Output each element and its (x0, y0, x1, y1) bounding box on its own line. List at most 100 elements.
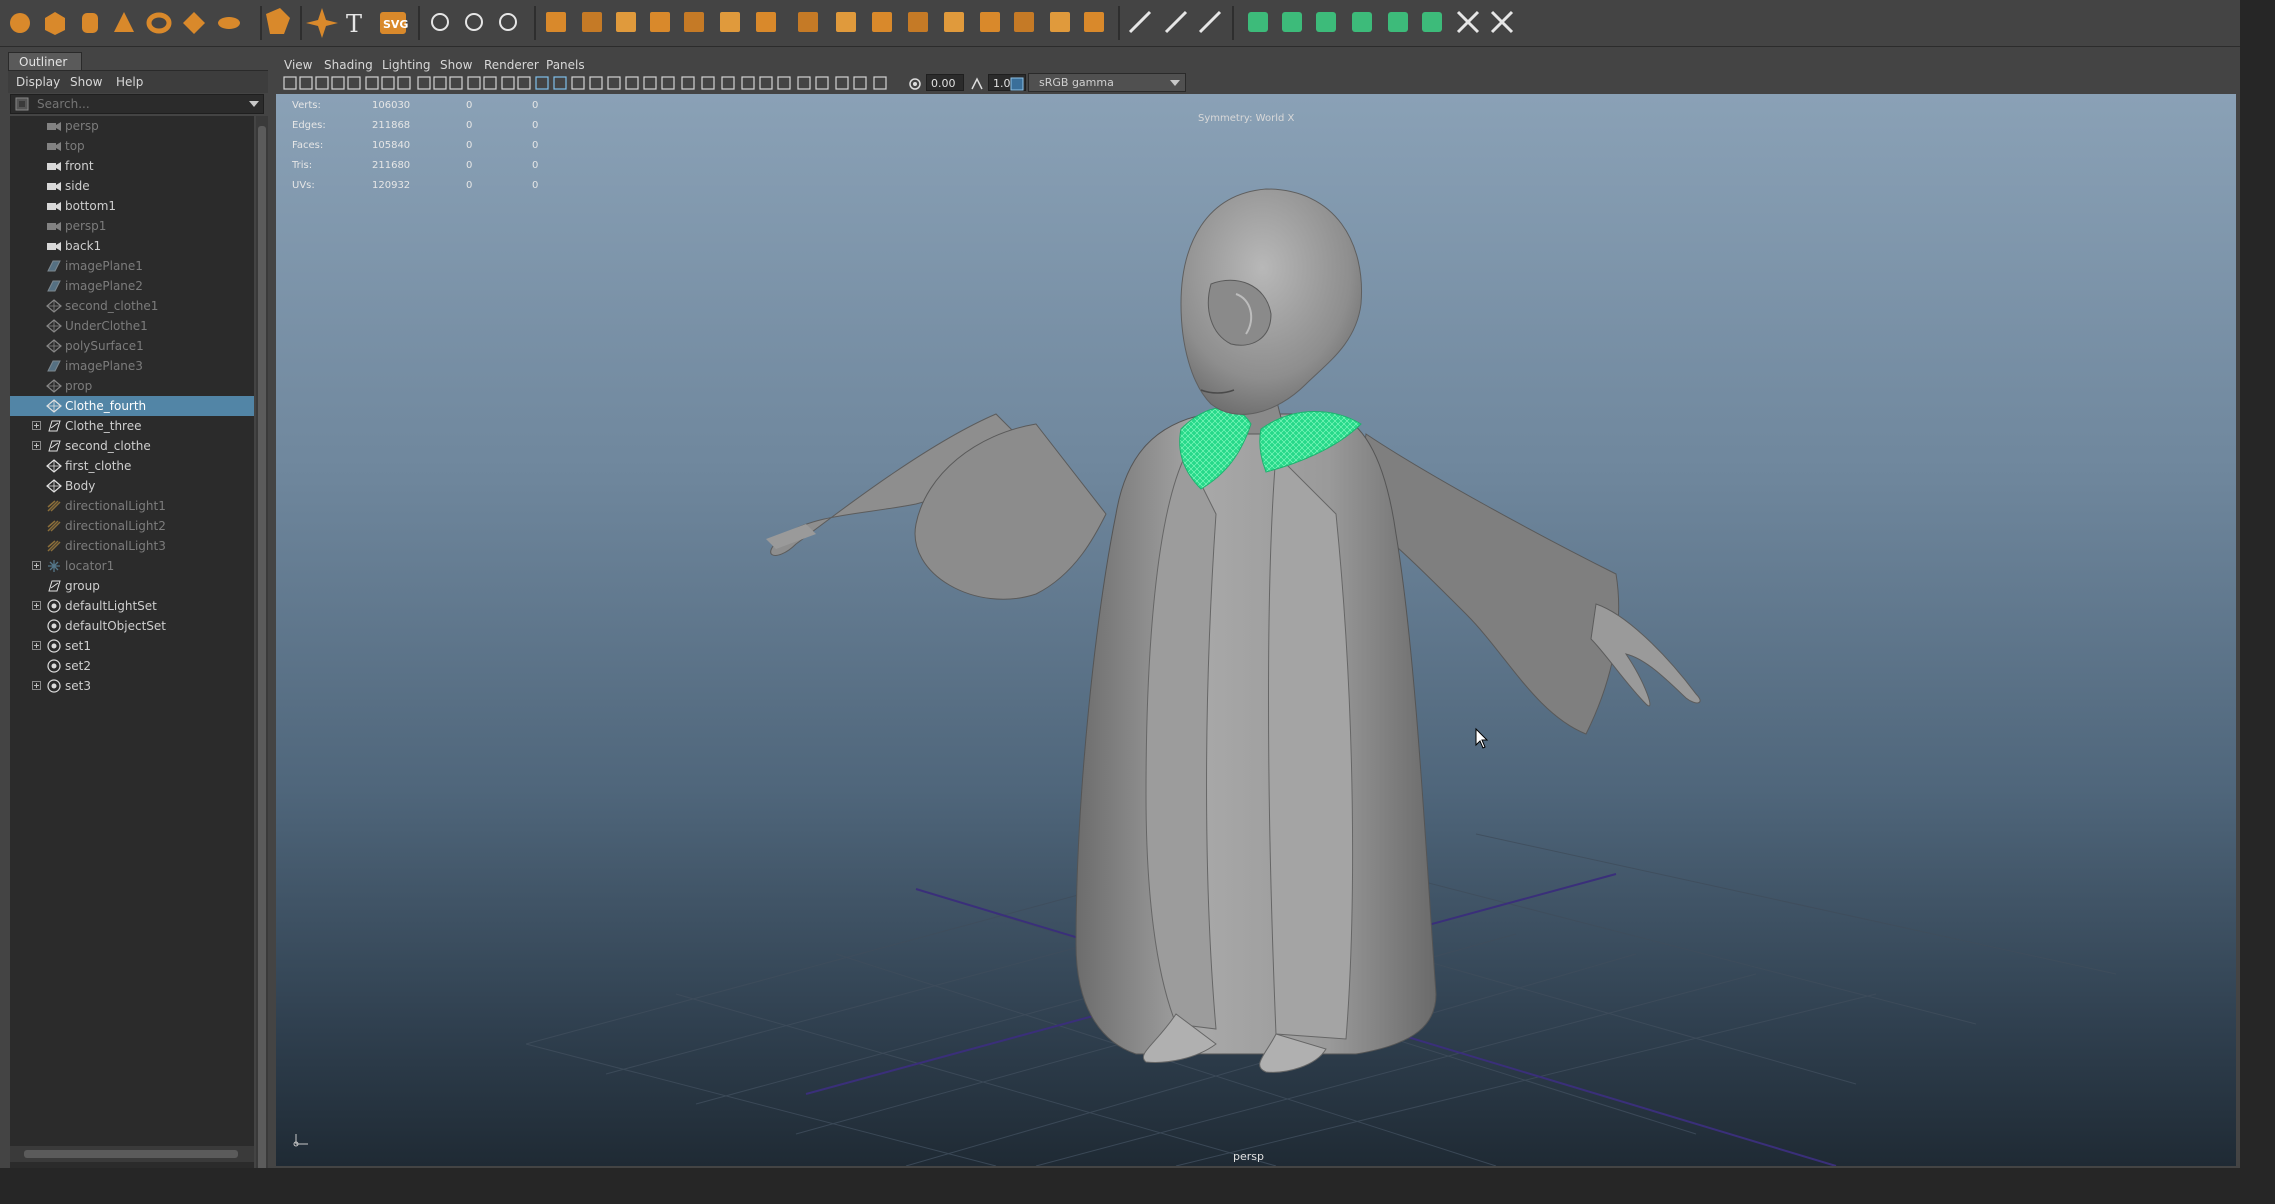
modeling-tool-icon[interactable] (650, 12, 670, 32)
torus-icon[interactable] (146, 12, 172, 34)
poly-platonic-icon[interactable] (266, 8, 290, 34)
outliner-item[interactable]: set2 (10, 656, 254, 676)
outliner-item[interactable]: first_clothe (10, 456, 254, 476)
uv-cut-icon[interactable] (1490, 10, 1514, 34)
vertical-scrollbar[interactable] (256, 116, 268, 1198)
color-management-icon[interactable] (1010, 76, 1024, 95)
outliner-item[interactable]: directionalLight3 (10, 536, 254, 556)
viewport-toolbar-icon[interactable] (299, 76, 313, 90)
outliner-item[interactable]: directionalLight1 (10, 496, 254, 516)
viewport-toolbar-icon[interactable] (501, 76, 515, 90)
modeling-tool-icon[interactable] (684, 12, 704, 32)
sphere-icon[interactable] (10, 13, 30, 33)
expand-icon[interactable] (32, 641, 41, 650)
outliner-item[interactable]: Body (10, 476, 254, 496)
viewport-toolbar-icon[interactable] (553, 76, 567, 90)
search-input[interactable] (37, 96, 237, 112)
modeling-tool-icon[interactable] (1014, 12, 1034, 32)
menu-show[interactable]: Show (70, 75, 102, 89)
horizontal-scroll-thumb[interactable] (24, 1150, 238, 1158)
modeling-tool-icon[interactable] (798, 12, 818, 32)
modeling-tool-icon[interactable] (546, 12, 566, 32)
viewport-toolbar-icon[interactable] (661, 76, 675, 90)
viewport-toolbar-icon[interactable] (873, 76, 887, 90)
scene-canvas[interactable] (276, 94, 2236, 1166)
outliner-item[interactable]: defaultObjectSet (10, 616, 254, 636)
viewport-toolbar-icon[interactable] (283, 76, 297, 90)
viewport-toolbar-icon[interactable] (417, 76, 431, 90)
viewport-toolbar-icon[interactable] (721, 76, 735, 90)
modeling-tool-icon[interactable] (872, 12, 892, 32)
modeling-tool-icon[interactable] (944, 12, 964, 32)
cone-icon[interactable] (114, 12, 134, 32)
uv-tool-icon[interactable] (1388, 12, 1408, 32)
color-space-dropdown[interactable]: sRGB gamma (1028, 73, 1186, 92)
viewport-toolbar-icon[interactable] (331, 76, 345, 90)
outliner-tab[interactable]: Outliner (8, 52, 82, 71)
menu-renderer[interactable]: Renderer (484, 58, 539, 72)
outliner-item[interactable]: imagePlane3 (10, 356, 254, 376)
viewport-toolbar-icon[interactable] (467, 76, 481, 90)
vertical-scroll-thumb[interactable] (258, 126, 266, 1186)
modeling-tool-icon[interactable] (908, 12, 928, 32)
menu-help[interactable]: Help (116, 75, 143, 89)
viewport-toolbar-icon[interactable] (315, 76, 329, 90)
edit-tool-icon[interactable] (1198, 10, 1222, 34)
modeling-tool-icon[interactable] (616, 12, 636, 32)
exposure-icon[interactable] (908, 76, 922, 95)
plane-icon[interactable] (183, 12, 205, 34)
outliner-item[interactable]: Clothe_fourth (10, 396, 254, 416)
viewport-toolbar-icon[interactable] (483, 76, 497, 90)
outliner-item[interactable]: directionalLight2 (10, 516, 254, 536)
chevron-down-icon[interactable] (249, 101, 259, 107)
viewport-toolbar-icon[interactable] (815, 76, 829, 90)
outliner-item[interactable]: set3 (10, 676, 254, 696)
exposure-field[interactable]: 0.00 (926, 74, 964, 91)
modeling-tool-icon[interactable] (720, 12, 740, 32)
type-tool-icon[interactable]: T (346, 10, 362, 38)
menu-display[interactable]: Display (16, 75, 60, 89)
center-pivot-icon[interactable] (499, 13, 517, 31)
outliner-item[interactable]: second_clothe1 (10, 296, 254, 316)
uv-tool-icon[interactable] (1282, 12, 1302, 32)
3d-viewport[interactable]: Verts: 106030 0 0 Edges: 211868 0 0 Faces: 105840… (276, 94, 2236, 1166)
modeling-tool-icon[interactable] (1084, 12, 1104, 32)
viewport-toolbar-icon[interactable] (433, 76, 447, 90)
outliner-item[interactable]: back1 (10, 236, 254, 256)
expand-icon[interactable] (32, 601, 41, 610)
menu-shading[interactable]: Shading (324, 58, 373, 72)
viewport-toolbar-icon[interactable] (759, 76, 773, 90)
outliner-item[interactable]: persp (10, 116, 254, 136)
viewport-toolbar-icon[interactable] (589, 76, 603, 90)
expand-icon[interactable] (32, 441, 41, 450)
modeling-tool-icon[interactable] (582, 12, 602, 32)
viewport-toolbar-icon[interactable] (625, 76, 639, 90)
outliner-item[interactable]: group (10, 576, 254, 596)
svg-tool-label[interactable]: SVG (383, 18, 408, 31)
viewport-toolbar-icon[interactable] (517, 76, 531, 90)
search-icon[interactable] (15, 97, 29, 111)
menu-panels[interactable]: Panels (546, 58, 585, 72)
edit-tool-icon[interactable] (1164, 10, 1188, 34)
super-shape-icon[interactable] (306, 8, 338, 38)
expand-icon[interactable] (32, 561, 41, 570)
outliner-item[interactable]: prop (10, 376, 254, 396)
outliner-item[interactable]: Clothe_three (10, 416, 254, 436)
outliner-item[interactable]: side (10, 176, 254, 196)
expand-icon[interactable] (32, 681, 41, 690)
viewport-toolbar-icon[interactable] (571, 76, 585, 90)
uv-tool-icon[interactable] (1422, 12, 1442, 32)
viewport-toolbar-icon[interactable] (853, 76, 867, 90)
separate-icon[interactable] (465, 13, 483, 31)
uv-tool-icon[interactable] (1316, 12, 1336, 32)
viewport-toolbar-icon[interactable] (777, 76, 791, 90)
outliner-item[interactable]: imagePlane1 (10, 256, 254, 276)
uv-cut-icon[interactable] (1456, 10, 1480, 34)
outliner-item[interactable]: locator1 (10, 556, 254, 576)
cube-icon[interactable] (45, 12, 65, 35)
menu-lighting[interactable]: Lighting (382, 58, 431, 72)
viewport-toolbar-icon[interactable] (381, 76, 395, 90)
outliner-item[interactable]: top (10, 136, 254, 156)
modeling-tool-icon[interactable] (980, 12, 1000, 32)
uv-tool-icon[interactable] (1352, 12, 1372, 32)
